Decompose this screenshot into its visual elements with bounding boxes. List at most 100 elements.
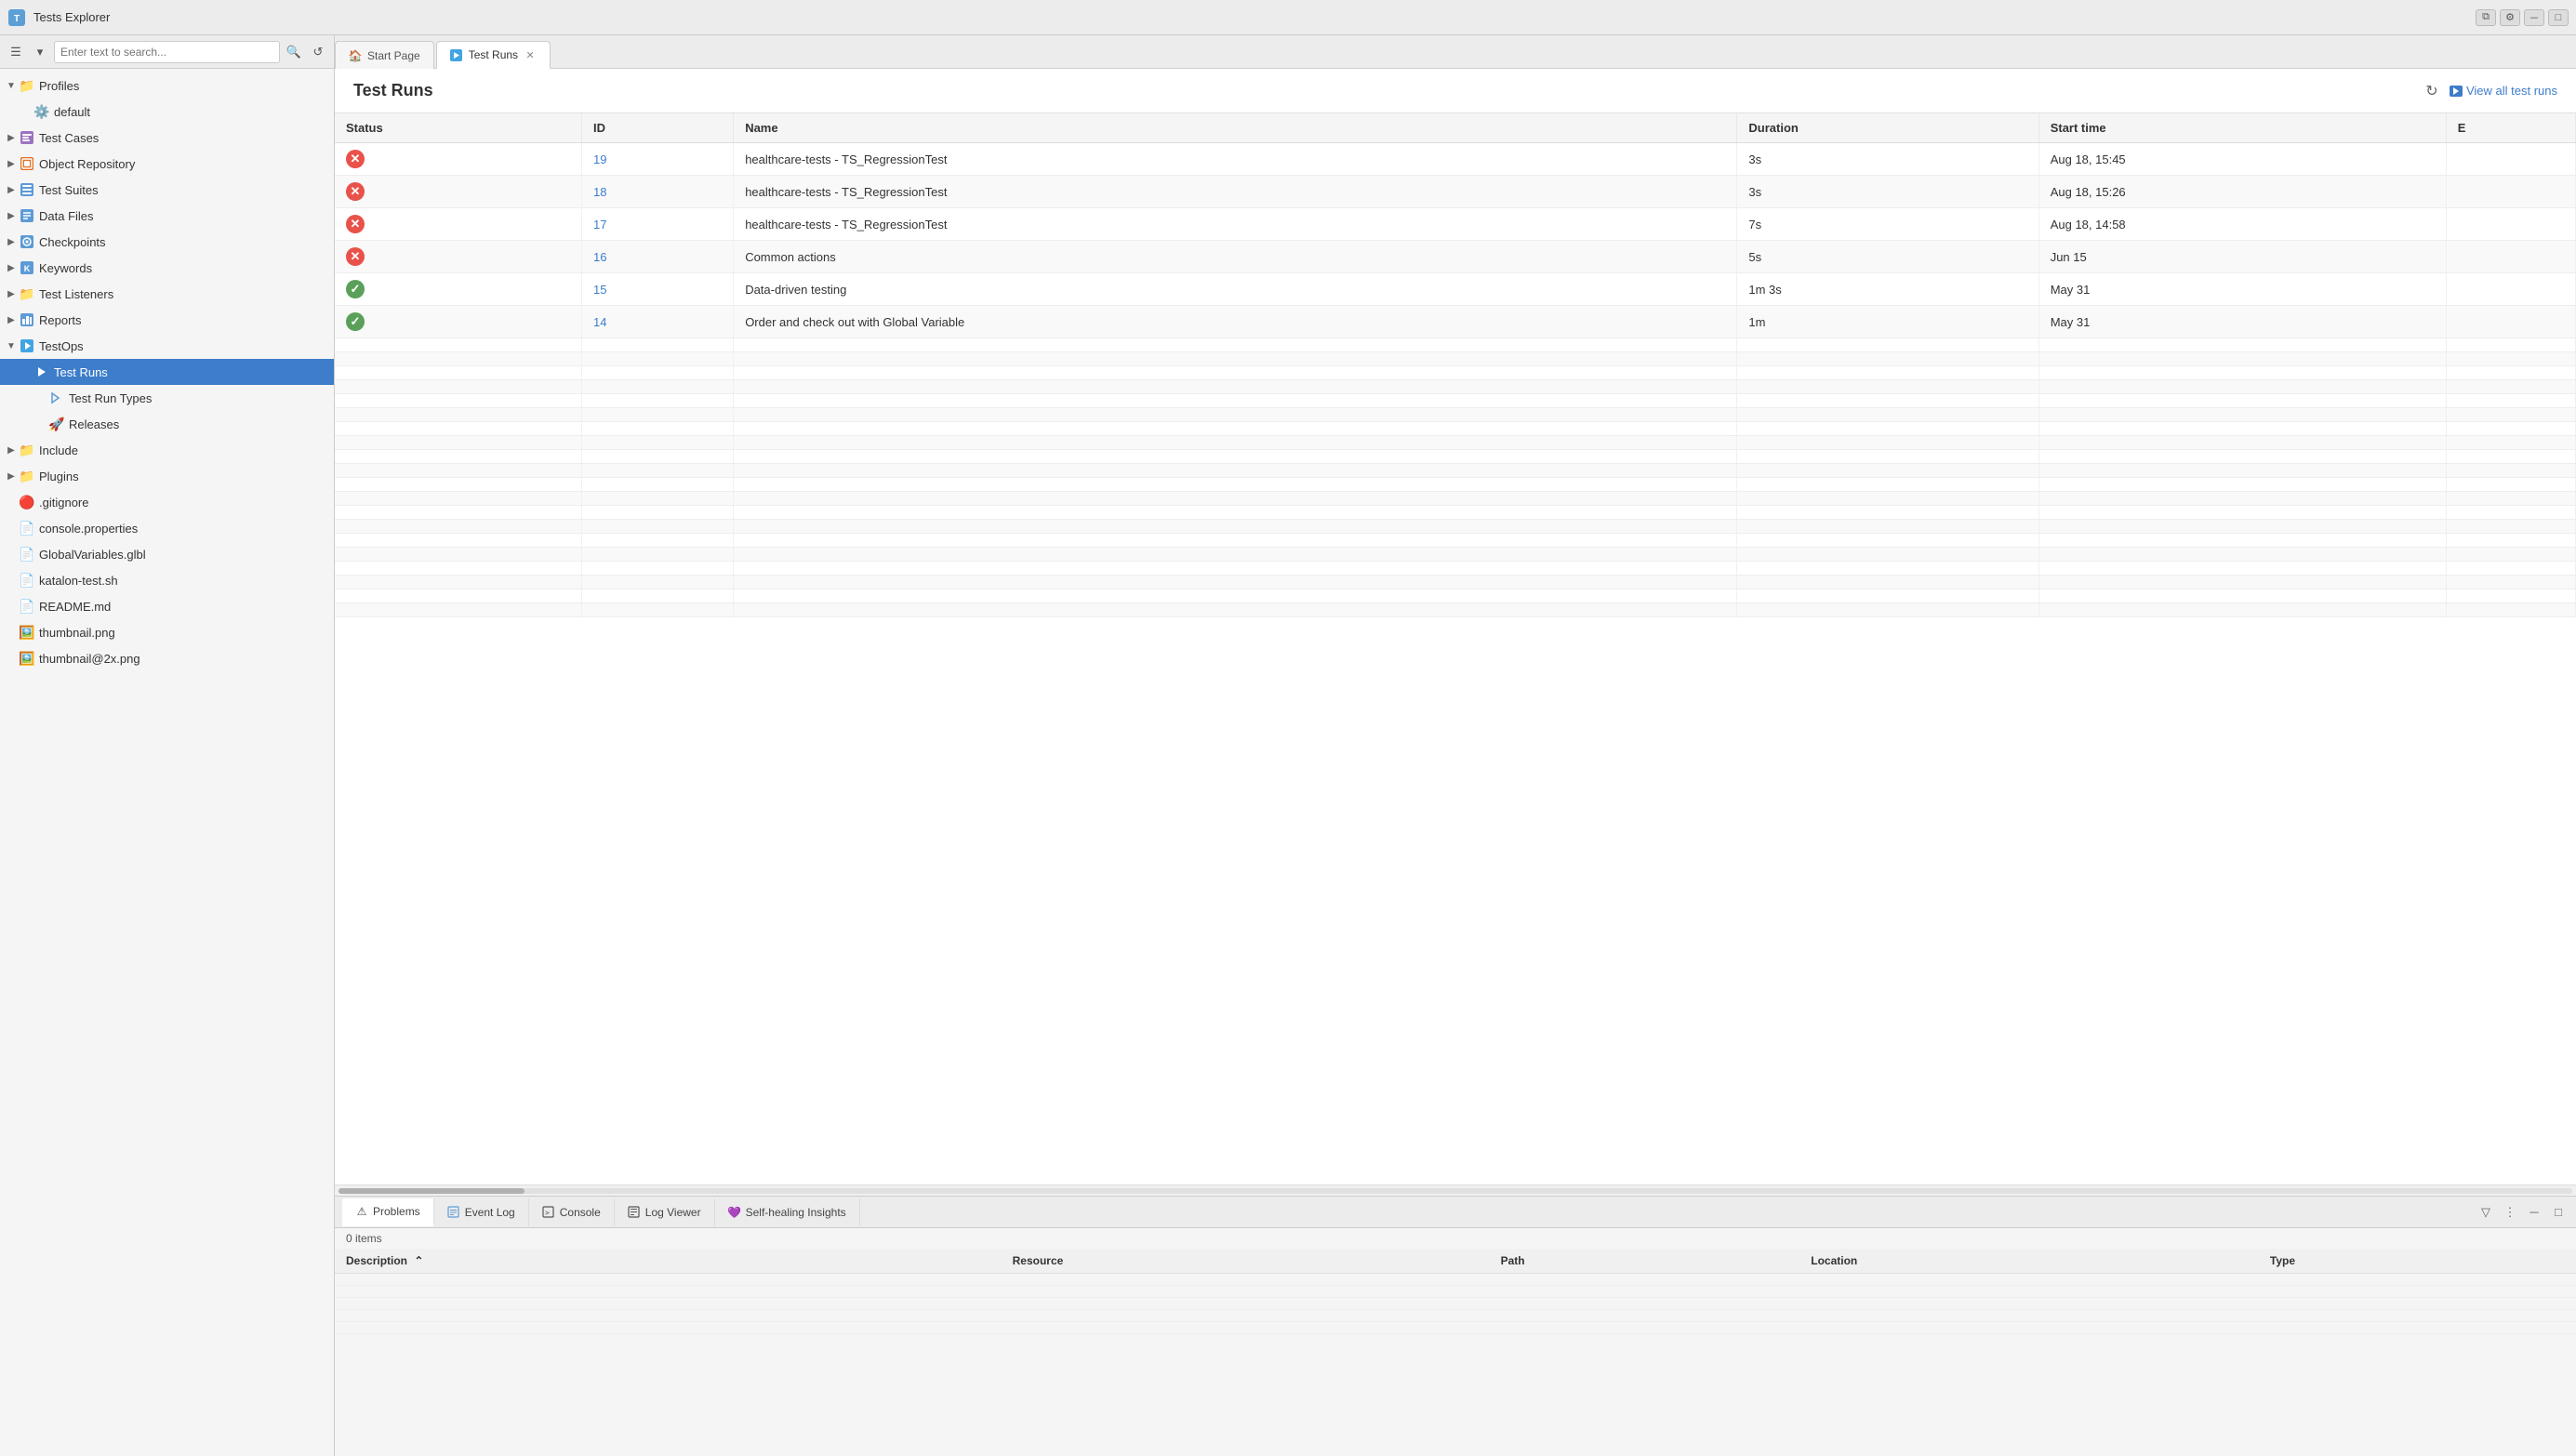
cell-duration: 3s xyxy=(1737,176,2038,208)
problems-col-type: Type xyxy=(2259,1249,2576,1274)
view-all-icon xyxy=(2450,86,2463,97)
tab-test-runs[interactable]: Test Runs ✕ xyxy=(436,41,551,69)
sidebar-dropdown-btn[interactable]: ▾ xyxy=(30,42,50,62)
table-row xyxy=(335,422,2576,436)
sidebar-item-test-listeners[interactable]: 📁 Test Listeners xyxy=(0,281,334,307)
sidebar-item-console-properties[interactable]: 📄 console.properties xyxy=(0,515,334,541)
id-link[interactable]: 18 xyxy=(593,185,606,199)
minimize-bottom-btn[interactable]: － xyxy=(2524,1202,2544,1223)
tab-console[interactable]: >_ Console xyxy=(529,1198,615,1226)
sidebar-item-gitignore[interactable]: 🔴 .gitignore xyxy=(0,489,334,515)
sort-icon: ⌃ xyxy=(414,1254,423,1267)
sidebar-item-reports[interactable]: Reports xyxy=(0,307,334,333)
sidebar-item-katalon-test[interactable]: 📄 katalon-test.sh xyxy=(0,567,334,593)
sidebar-toolbar: ☰ ▾ 🔍 ↺ xyxy=(0,35,334,69)
table-row xyxy=(335,478,2576,492)
sidebar-item-profiles[interactable]: 📁 Profiles xyxy=(0,73,334,99)
id-link[interactable]: 17 xyxy=(593,218,606,232)
console-icon: >_ xyxy=(542,1206,555,1219)
status-icon: ✕ xyxy=(346,182,365,201)
tab-self-healing[interactable]: 💜 Self-healing Insights xyxy=(715,1198,860,1226)
sidebar-item-releases[interactable]: 🚀 Releases xyxy=(0,411,334,437)
plugins-folder-icon: 📁 xyxy=(19,468,35,484)
status-icon: ✕ xyxy=(346,150,365,168)
view-all-link[interactable]: View all test runs xyxy=(2450,84,2557,98)
sidebar-item-default[interactable]: ⚙️ default xyxy=(0,99,334,125)
sidebar-item-plugins[interactable]: 📁 Plugins xyxy=(0,463,334,489)
object-repository-label: Object Repository xyxy=(39,157,135,171)
search-btn[interactable]: 🔍 xyxy=(284,42,304,62)
gitignore-arrow xyxy=(4,495,19,510)
test-runs-tab-close[interactable]: ✕ xyxy=(524,48,537,61)
panel-actions: ↻ View all test runs xyxy=(2422,81,2557,101)
test-cases-label: Test Cases xyxy=(39,131,99,145)
maximize-bottom-btn[interactable]: □ xyxy=(2548,1202,2569,1223)
cell-id: 19 xyxy=(582,143,734,176)
panel-title: Test Runs xyxy=(353,81,2422,100)
cell-status: ✕ xyxy=(335,241,582,273)
plugins-arrow xyxy=(4,469,19,483)
refresh-sidebar-btn[interactable]: ↺ xyxy=(308,42,328,62)
datafile-icon xyxy=(19,207,35,224)
cell-name: healthcare-tests - TS_RegressionTest xyxy=(734,208,1737,241)
sidebar-item-test-cases[interactable]: Test Cases xyxy=(0,125,334,151)
thumbnail2x-file-icon: 🖼️ xyxy=(19,650,35,667)
app-icon: T xyxy=(7,8,26,27)
globalvariables-label: GlobalVariables.glbl xyxy=(39,548,146,562)
id-link[interactable]: 14 xyxy=(593,315,606,329)
cell-duration: 7s xyxy=(1737,208,2038,241)
sidebar-item-include[interactable]: 📁 Include xyxy=(0,437,334,463)
restore-btn[interactable]: ⧉ xyxy=(2476,9,2496,26)
cell-duration: 3s xyxy=(1737,143,2038,176)
table-row xyxy=(335,352,2576,366)
id-link[interactable]: 19 xyxy=(593,152,606,166)
cell-extra xyxy=(2446,143,2575,176)
table-row xyxy=(335,506,2576,520)
tab-event-log[interactable]: Event Log xyxy=(434,1198,529,1226)
testops-label: TestOps xyxy=(39,339,84,353)
testops-icon xyxy=(19,338,35,354)
scrollbar-thumb[interactable] xyxy=(339,1188,524,1194)
more-btn[interactable]: ⋮ xyxy=(2500,1202,2520,1223)
table-row xyxy=(335,520,2576,534)
tab-log-viewer[interactable]: Log Viewer xyxy=(615,1198,715,1226)
id-link[interactable]: 16 xyxy=(593,250,606,264)
sidebar-item-test-suites[interactable]: Test Suites xyxy=(0,177,334,203)
cell-name: healthcare-tests - TS_RegressionTest xyxy=(734,176,1737,208)
cell-duration: 5s xyxy=(1737,241,2038,273)
cell-status: ✓ xyxy=(335,306,582,338)
id-link[interactable]: 15 xyxy=(593,283,606,297)
tab-problems[interactable]: ⚠ Problems xyxy=(342,1198,434,1226)
cell-start-time: Aug 18, 15:45 xyxy=(2038,143,2446,176)
table-row xyxy=(335,603,2576,617)
filter-btn[interactable]: ▽ xyxy=(2476,1202,2496,1223)
minimize-btn[interactable]: － xyxy=(2524,9,2544,26)
maximize-btn[interactable]: □ xyxy=(2548,9,2569,26)
sidebar-item-thumbnail[interactable]: 🖼️ thumbnail.png xyxy=(0,619,334,645)
sidebar-menu-btn[interactable]: ☰ xyxy=(6,42,26,62)
horizontal-scrollbar[interactable] xyxy=(335,1185,2576,1196)
table-row xyxy=(335,1310,2576,1322)
refresh-btn[interactable]: ↻ xyxy=(2422,81,2442,101)
sidebar-item-data-files[interactable]: Data Files xyxy=(0,203,334,229)
sidebar-item-globalvariables[interactable]: 📄 GlobalVariables.glbl xyxy=(0,541,334,567)
keywords-label: Keywords xyxy=(39,261,92,275)
sidebar-item-thumbnail2x[interactable]: 🖼️ thumbnail@2x.png xyxy=(0,645,334,671)
sidebar-item-testops[interactable]: TestOps xyxy=(0,333,334,359)
sidebar-item-test-runs[interactable]: Test Runs xyxy=(0,359,334,385)
search-input[interactable] xyxy=(54,41,280,63)
settings-btn[interactable]: ⚙ xyxy=(2500,9,2520,26)
sidebar-item-test-run-types[interactable]: Test Run Types xyxy=(0,385,334,411)
table-row xyxy=(335,436,2576,450)
thumbnail2x-arrow xyxy=(4,651,19,666)
app-window: T Tests Explorer ⧉ ⚙ － □ ☰ ▾ 🔍 ↺ xyxy=(0,0,2576,1456)
sidebar-item-keywords[interactable]: K Keywords xyxy=(0,255,334,281)
sidebar-item-checkpoints[interactable]: Checkpoints xyxy=(0,229,334,255)
thumbnail-file-icon: 🖼️ xyxy=(19,624,35,641)
sidebar-item-object-repository[interactable]: Object Repository xyxy=(0,151,334,177)
tab-start-page[interactable]: 🏠 Start Page xyxy=(335,41,434,69)
gitignore-label: .gitignore xyxy=(39,496,88,510)
gitignore-icon: 🔴 xyxy=(19,494,35,510)
problems-table: Description ⌃ Resource Path Location Typ… xyxy=(335,1249,2576,1456)
sidebar-item-readme[interactable]: 📄 README.md xyxy=(0,593,334,619)
